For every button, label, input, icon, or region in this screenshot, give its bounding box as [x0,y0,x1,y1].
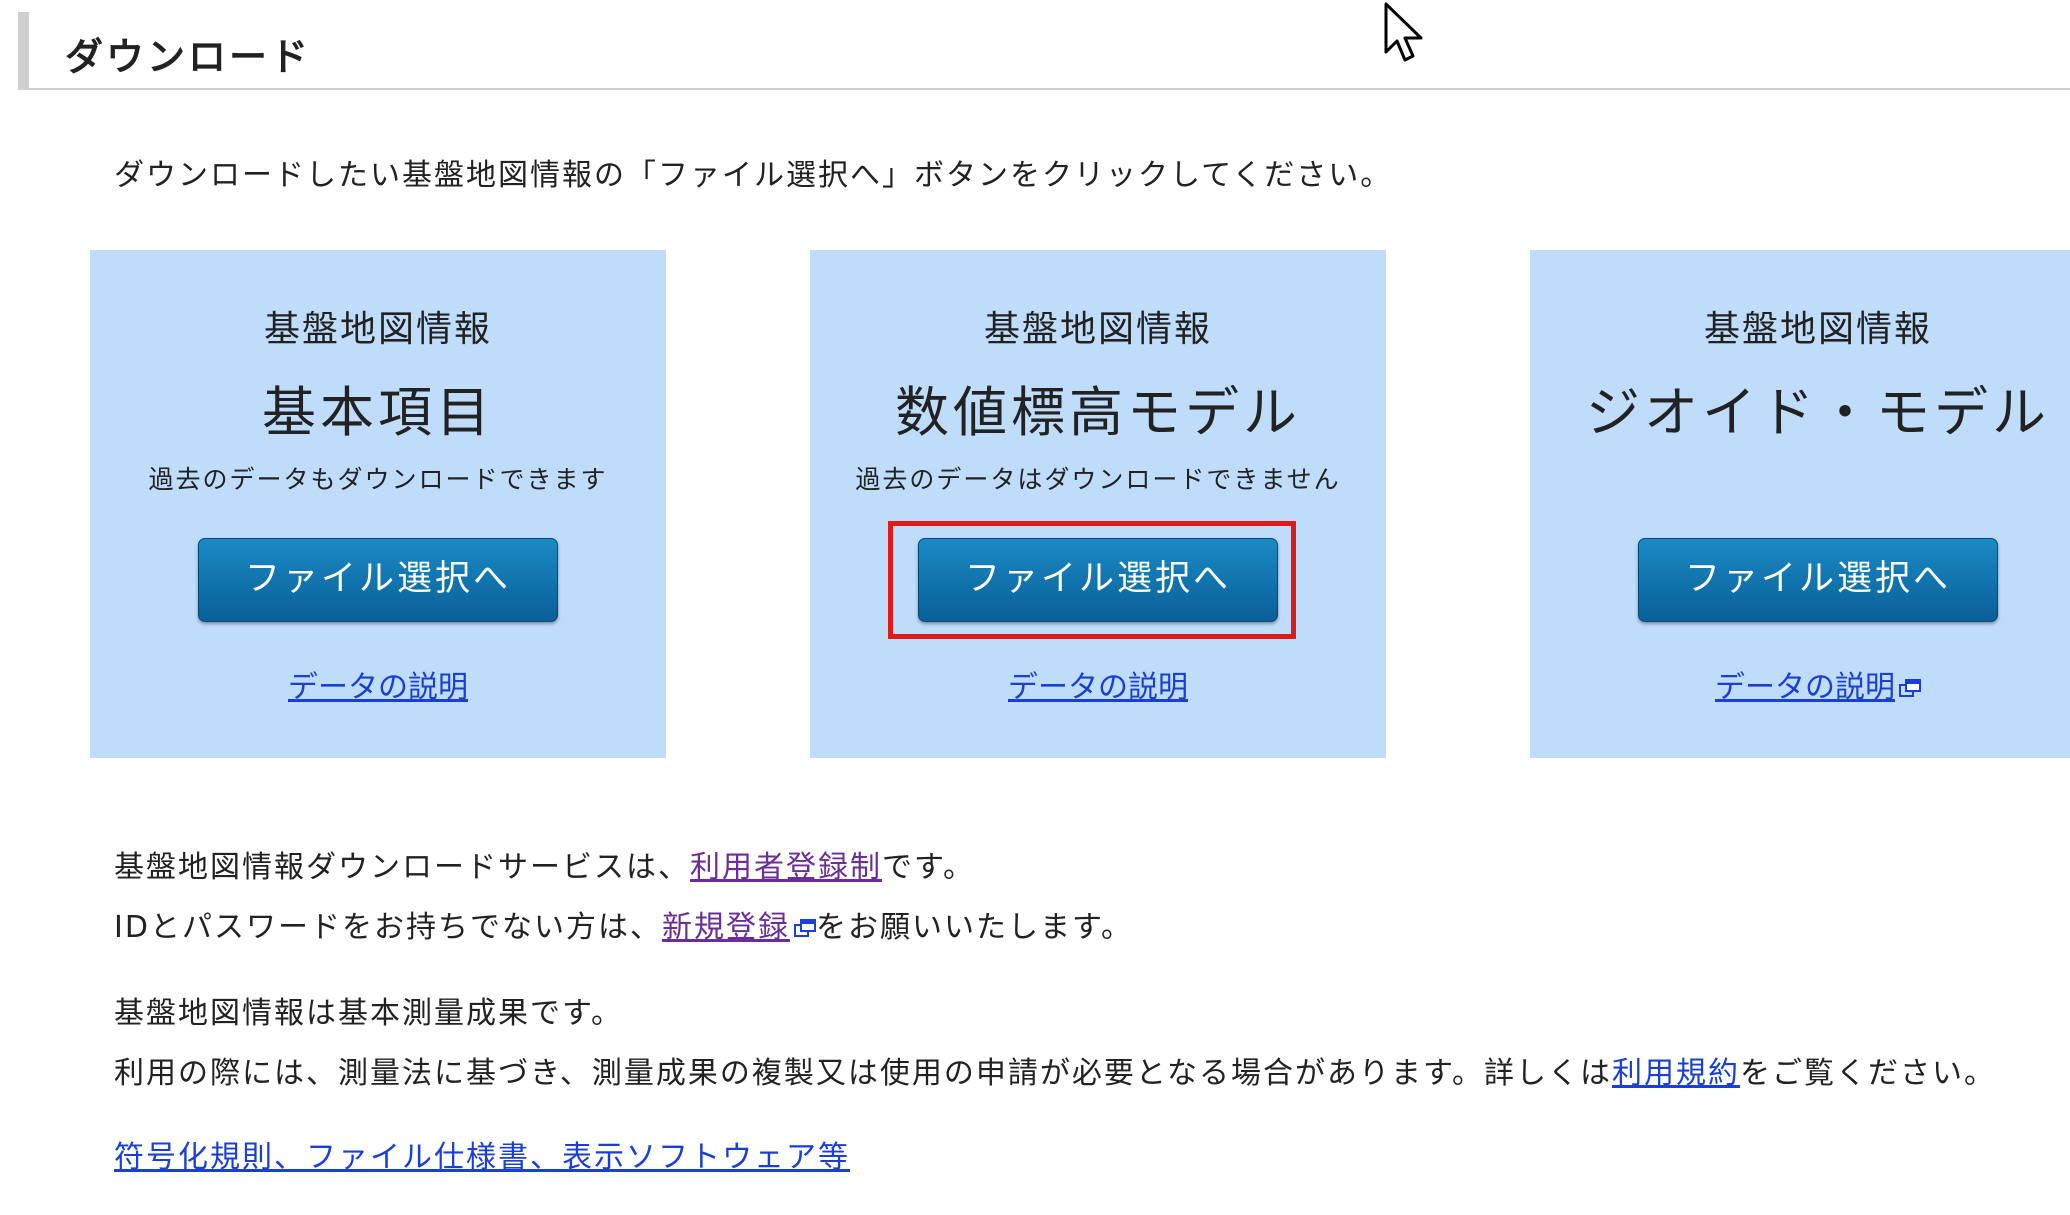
card-subtitle: 基盤地図情報 [983,309,1212,350]
card-note: 過去のデータはダウンロードできません [855,465,1341,494]
card-subtitle: 基盤地図情報 [263,309,492,350]
external-window-icon [1899,679,1921,699]
registration-text: をお願いいたします。 [815,910,1133,945]
data-description-link-basic[interactable]: データの説明 [90,662,666,706]
card-dem: 基盤地図情報 数値標高モデル 過去のデータはダウンロードできません ファイル選択… [810,250,1386,758]
card-basic-items: 基盤地図情報 基本項目 過去のデータもダウンロードできます ファイル選択へ デー… [90,250,666,758]
docs-line: 符号化規則、ファイル仕様書、表示ソフトウェア等 [114,1132,850,1176]
card-title: 基本項目 [262,381,494,444]
card-note: 過去のデータもダウンロードできます [148,465,608,494]
registration-text: 基盤地図情報ダウンロードサービスは、 [114,850,690,885]
card-subtitle: 基盤地図情報 [1703,309,1932,350]
terms-text: をご覧ください。 [1740,1056,1996,1091]
page: ダウンロード ダウンロードしたい基盤地図情報の「ファイル選択へ」ボタンをクリック… [0,0,2070,1215]
registration-text: IDとパスワードをお持ちでない方は、 [114,910,662,945]
section-heading: ダウンロード [18,12,2070,90]
new-registration-link[interactable]: 新規登録 [662,910,790,945]
registration-line-1: 基盤地図情報ダウンロードサービスは、利用者登録制です。 [114,842,975,886]
terms-line-2: 利用の際には、測量法に基づき、測量成果の複製又は使用の申請が必要となる場合があり… [114,1048,1996,1092]
terms-line-1: 基盤地図情報は基本測量成果です。 [114,996,623,1031]
terms-of-use-link[interactable]: 利用規約 [1612,1056,1740,1091]
data-description-link-dem[interactable]: データの説明 [810,662,1386,706]
file-select-button-geoid[interactable]: ファイル選択へ [1638,538,1998,622]
registration-text: です。 [882,850,975,885]
section-title: ダウンロード [65,35,312,79]
terms-text: 利用の際には、測量法に基づき、測量成果の複製又は使用の申請が必要となる場合があり… [114,1056,1612,1091]
link-label[interactable]: データの説明 [1008,670,1188,705]
external-window-icon [793,919,816,939]
card-title: ジオイド・モデル [1586,381,2050,444]
link-label[interactable]: データの説明 [1715,670,1895,705]
mouse-cursor-icon [1384,2,1423,62]
data-description-link-geoid[interactable]: データの説明 [1530,662,2070,706]
file-select-button-basic[interactable]: ファイル選択へ [198,538,558,622]
card-geoid: 基盤地図情報 ジオイド・モデル ファイル選択へ データの説明 [1530,250,2070,758]
file-select-button-dem[interactable]: ファイル選択へ [918,538,1278,622]
registration-line-2: IDとパスワードをお持ちでない方は、新規登録 をお願いいたします。 [114,902,1133,946]
link-label[interactable]: データの説明 [288,670,468,705]
docs-link[interactable]: 符号化規則、ファイル仕様書、表示ソフトウェア等 [114,1140,850,1175]
intro-text: ダウンロードしたい基盤地図情報の「ファイル選択へ」ボタンをクリックしてください。 [114,158,1393,193]
user-registration-link[interactable]: 利用者登録制 [690,850,882,885]
card-title: 数値標高モデル [895,381,1301,444]
